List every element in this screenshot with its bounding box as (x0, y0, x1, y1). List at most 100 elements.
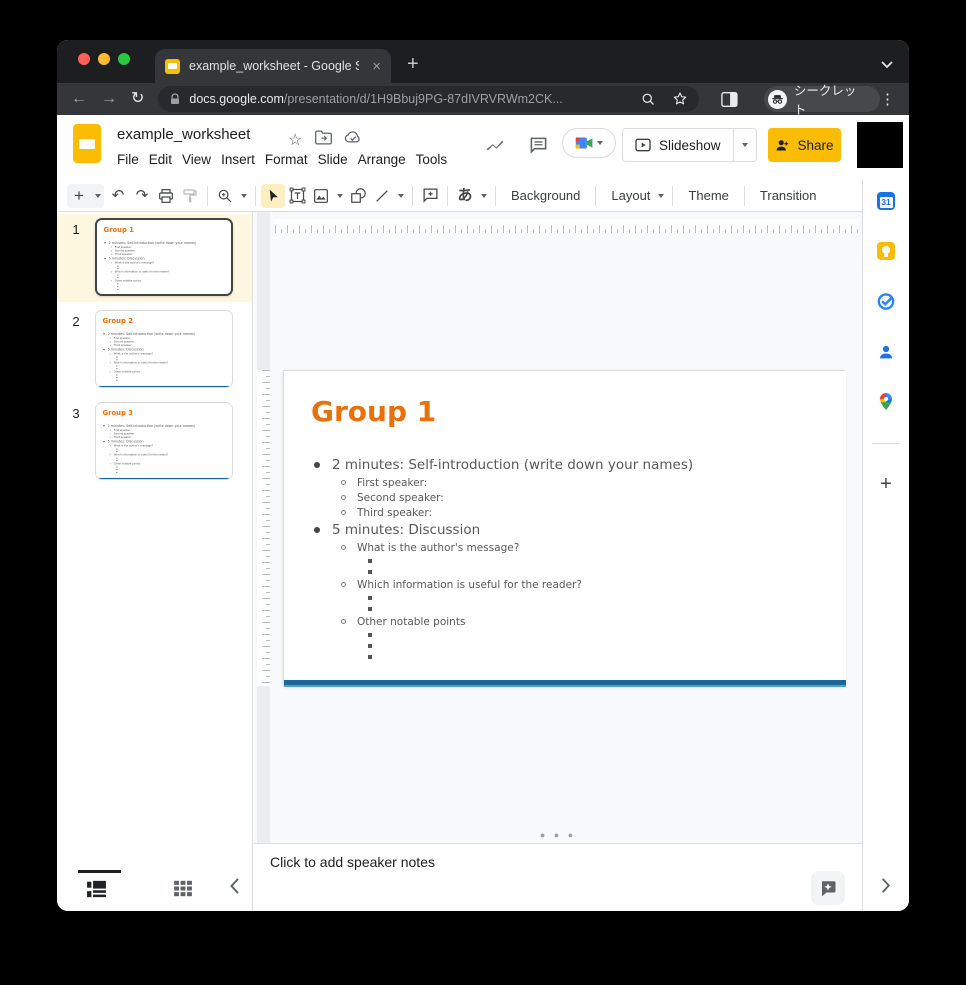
slide-body[interactable]: 2 minutes: Self-introduction (write down… (96, 331, 230, 381)
maximize-window-button[interactable] (118, 53, 130, 65)
star-document-icon[interactable]: ☆ (288, 130, 302, 150)
tab-search-chevron-icon[interactable] (881, 56, 893, 74)
meet-button[interactable] (562, 128, 616, 158)
expand-side-panel-icon[interactable] (881, 878, 891, 893)
theme-button[interactable]: Theme (678, 188, 738, 203)
maps-icon[interactable] (878, 392, 895, 411)
slide-title[interactable]: Group 2 (103, 317, 133, 325)
activity-dashboard-icon[interactable] (484, 134, 506, 156)
slideshow-button[interactable]: Slideshow (622, 128, 757, 162)
insert-comment-button[interactable] (418, 184, 442, 208)
layout-dropdown-icon[interactable] (654, 184, 667, 208)
line-dropdown-icon[interactable] (394, 184, 407, 208)
slide-canvas[interactable]: Group 1 2 minutes: Self-introduction (wri… (254, 212, 862, 843)
slide-body[interactable]: 2 minutes: Self-introduction (write down… (97, 240, 231, 290)
slide-title[interactable]: Group 1 (104, 226, 134, 234)
browser-tab[interactable]: example_worksheet - Google S × (155, 49, 391, 83)
close-window-button[interactable] (78, 53, 90, 65)
slide-body[interactable]: 2 minutes: Self-introduction (write down… (96, 423, 230, 473)
zoom-button[interactable] (213, 184, 237, 208)
move-to-folder-icon[interactable] (315, 130, 332, 150)
app-header: example_worksheet ☆ File Edit View Insert Fo… (57, 115, 909, 180)
new-slide-dropdown-icon[interactable] (91, 184, 104, 208)
bullet-marker-icon (116, 472, 117, 473)
menu-tools[interactable]: Tools (416, 152, 448, 167)
insert-line-button[interactable] (370, 184, 394, 208)
slide-title[interactable]: Group 1 (311, 395, 436, 428)
menu-format[interactable]: Format (265, 152, 308, 167)
side-panel-icon[interactable] (721, 92, 738, 107)
menu-file[interactable]: File (117, 152, 139, 167)
insert-shape-button[interactable] (346, 184, 370, 208)
paint-format-button[interactable] (178, 184, 202, 208)
slideshow-dropdown[interactable] (734, 129, 756, 161)
new-slide-button[interactable]: + (67, 184, 91, 208)
document-status-cloud-icon[interactable] (344, 130, 362, 149)
comment-history-icon[interactable] (527, 134, 549, 156)
grid-view-button[interactable] (173, 880, 193, 902)
document-title[interactable]: example_worksheet (117, 126, 250, 143)
add-addon-button[interactable]: + (880, 473, 892, 496)
bullet-marker-icon (110, 345, 111, 346)
slides-logo-icon[interactable] (73, 124, 101, 163)
slide-bullet-l2: What is the author's message? (284, 540, 838, 555)
reload-button[interactable]: ↻ (131, 91, 144, 107)
side-panel: + (862, 180, 909, 911)
tab-close-icon[interactable]: × (372, 59, 381, 74)
explore-button[interactable] (811, 871, 845, 905)
slide-thumbnail[interactable]: Group 3 2 minutes: Self-introduction (wri… (95, 402, 233, 480)
filmstrip-view-button[interactable] (86, 880, 107, 903)
edit-toolbar: + ↶ ↷ (57, 180, 862, 212)
bookmark-star-icon[interactable] (672, 91, 688, 107)
menu-view[interactable]: View (182, 152, 211, 167)
transition-button[interactable]: Transition (750, 188, 827, 203)
slide-bullet-l3 (284, 603, 838, 614)
back-button[interactable]: ← (71, 91, 87, 107)
menu-edit[interactable]: Edit (149, 152, 172, 167)
share-button[interactable]: Share (768, 128, 841, 162)
current-slide[interactable]: Group 1 2 minutes: Self-introduction (wri… (283, 370, 845, 686)
slide-body[interactable]: 2 minutes: Self-introduction (write down… (284, 455, 838, 662)
keep-icon[interactable] (877, 242, 895, 260)
menu-slide[interactable]: Slide (318, 152, 348, 167)
bullet-marker-icon (368, 644, 372, 648)
search-icon[interactable] (641, 92, 656, 107)
bullet-marker-icon (116, 368, 117, 369)
slide-bullet-l2: First speaker: (284, 475, 838, 490)
background-button[interactable]: Background (501, 188, 590, 203)
forward-button[interactable]: → (101, 91, 117, 107)
text-box-button[interactable] (285, 184, 309, 208)
slide-thumbnail[interactable]: Group 2 2 minutes: Self-introduction (wri… (95, 310, 233, 388)
menu-insert[interactable]: Insert (221, 152, 255, 167)
tasks-icon[interactable] (877, 292, 896, 311)
slide-content: Group 1 2 minutes: Self-introduction (wri… (284, 371, 846, 687)
account-avatar[interactable] (857, 122, 903, 168)
contacts-icon[interactable] (877, 343, 895, 361)
new-tab-button[interactable]: + (407, 54, 419, 74)
layout-button[interactable]: Layout (601, 188, 654, 203)
calendar-icon[interactable] (877, 192, 895, 210)
collapse-filmstrip-icon[interactable] (229, 878, 240, 899)
undo-button[interactable]: ↶ (106, 184, 130, 208)
slide-title[interactable]: Group 3 (103, 409, 133, 417)
print-button[interactable] (154, 184, 178, 208)
minimize-window-button[interactable] (98, 53, 110, 65)
slide-thumbnail[interactable]: Group 1 2 minutes: Self-introduction (wri… (95, 218, 233, 296)
bullet-marker-icon (117, 265, 118, 266)
input-tools-dropdown-icon[interactable] (477, 184, 490, 208)
speaker-notes-input[interactable]: Click to add speaker notes (270, 854, 435, 870)
zoom-dropdown-icon[interactable] (237, 184, 250, 208)
image-dropdown-icon[interactable] (333, 184, 346, 208)
redo-button[interactable]: ↷ (130, 184, 154, 208)
notes-resize-handle[interactable]: ● ● ● (540, 830, 576, 840)
menu-arrange[interactable]: Arrange (358, 152, 406, 167)
slide-bullet-l3 (284, 592, 838, 603)
bullet-marker-icon (110, 433, 111, 434)
horizontal-ruler (275, 219, 859, 233)
browser-menu-icon[interactable]: ⋮ (880, 90, 895, 108)
address-bar[interactable]: docs.google.com/presentation/d/1H9Bbuj9P… (158, 86, 699, 112)
input-tools-button[interactable]: あ (453, 184, 477, 208)
insert-image-button[interactable] (309, 184, 333, 208)
select-tool-button[interactable] (261, 184, 285, 208)
slide-bullet-l3 (96, 379, 230, 382)
